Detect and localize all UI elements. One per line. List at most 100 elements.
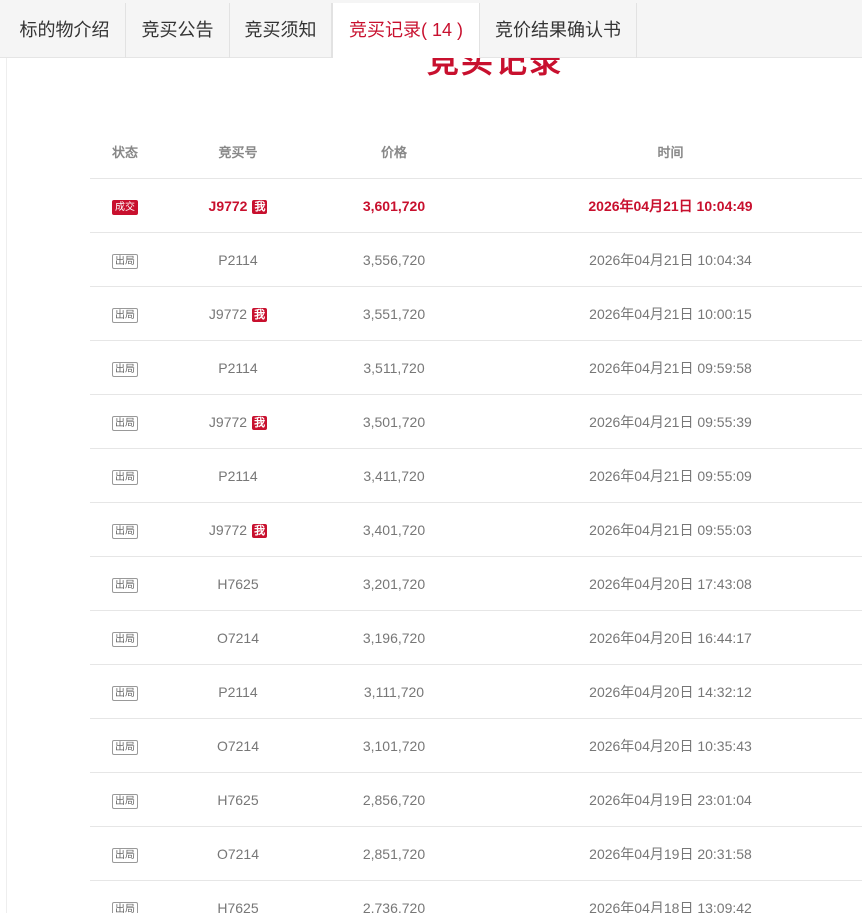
table-row: 出局 P2114 3,411,720 2026年04月21日 09:55:09 <box>90 448 862 503</box>
time-cell: 2026年04月20日 17:43:08 <box>472 556 862 611</box>
status-cell: 出局 <box>90 718 160 773</box>
tab-auction-notice[interactable]: 竞买公告 <box>126 3 230 58</box>
bid-id-cell: H7625 <box>160 880 316 913</box>
status-cell: 出局 <box>90 502 160 557</box>
bid-id: P2114 <box>218 251 258 268</box>
header-price: 价格 <box>316 124 472 179</box>
bid-id-cell: P2114 <box>160 664 316 719</box>
bid-id: O7214 <box>216 629 260 646</box>
time-cell: 2026年04月21日 10:00:15 <box>472 286 862 341</box>
tab-bar: 标的物介绍 竞买公告 竞买须知 竞买记录( 14 ) 竞价结果确认书 <box>0 0 862 59</box>
price-cell: 3,101,720 <box>316 718 472 773</box>
bid-id: P2114 <box>218 359 258 376</box>
bid-id-cell: O7214 <box>160 610 316 665</box>
bid-records-panel: 竞买记录 状态 竞买号 价格 时间 成交 J9772 我 3,601,720 2026年… <box>6 58 862 913</box>
time-cell: 2026年04月20日 14:32:12 <box>472 664 862 719</box>
me-badge: 我 <box>252 415 268 430</box>
status-cell: 成交 <box>90 178 160 233</box>
bid-id-cell: H7625 <box>160 772 316 827</box>
header-bid-id: 竞买号 <box>160 124 316 179</box>
status-badge: 出局 <box>112 793 138 809</box>
status-badge: 出局 <box>112 577 138 593</box>
table-row: 出局 H7625 2,856,720 2026年04月19日 23:01:04 <box>90 772 862 827</box>
table-row: 出局 J9772 我 3,401,720 2026年04月21日 09:55:03 <box>90 502 862 557</box>
bid-id: J9772 <box>208 197 248 214</box>
status-badge: 出局 <box>112 415 138 431</box>
status-cell: 出局 <box>90 394 160 449</box>
bid-id-cell: O7214 <box>160 826 316 881</box>
status-badge: 出局 <box>112 523 138 539</box>
status-cell: 出局 <box>90 340 160 395</box>
table-row: 出局 P2114 3,556,720 2026年04月21日 10:04:34 <box>90 232 862 287</box>
price-cell: 3,111,720 <box>316 664 472 719</box>
tab-label: 竞买记录 <box>348 20 421 40</box>
price-cell: 3,401,720 <box>316 502 472 557</box>
bid-id-cell: J9772 我 <box>160 178 316 233</box>
tab-item-introduction[interactable]: 标的物介绍 <box>4 3 126 58</box>
time-cell: 2026年04月19日 23:01:04 <box>472 772 862 827</box>
bid-id: H7625 <box>217 575 259 592</box>
time-cell: 2026年04月21日 10:04:34 <box>472 232 862 287</box>
status-badge: 出局 <box>112 901 138 913</box>
status-cell: 出局 <box>90 232 160 287</box>
time-cell: 2026年04月21日 10:04:49 <box>472 178 862 233</box>
tab-label: 竞买须知 <box>244 20 317 40</box>
time-cell: 2026年04月21日 09:55:03 <box>472 502 862 557</box>
tab-count-badge: ( 14 ) <box>420 20 463 40</box>
status-badge: 成交 <box>112 199 138 215</box>
status-badge: 出局 <box>112 361 138 377</box>
price-cell: 3,196,720 <box>316 610 472 665</box>
status-cell: 出局 <box>90 286 160 341</box>
status-badge: 出局 <box>112 631 138 647</box>
price-cell: 3,551,720 <box>316 286 472 341</box>
table-row: 成交 J9772 我 3,601,720 2026年04月21日 10:04:49 <box>90 178 862 233</box>
header-time: 时间 <box>472 124 862 179</box>
status-badge: 出局 <box>112 307 138 323</box>
bid-id-cell: J9772 我 <box>160 394 316 449</box>
tab-bid-records[interactable]: 竞买记录( 14 ) <box>332 3 480 59</box>
tab-label: 竞买公告 <box>141 20 214 40</box>
table-row: 出局 O7214 2,851,720 2026年04月19日 20:31:58 <box>90 826 862 881</box>
time-cell: 2026年04月19日 20:31:58 <box>472 826 862 881</box>
table-row: 出局 H7625 2,736,720 2026年04月18日 13:09:42 <box>90 880 862 913</box>
table-row: 出局 P2114 3,111,720 2026年04月20日 14:32:12 <box>90 664 862 719</box>
bid-records-table: 状态 竞买号 价格 时间 成交 J9772 我 3,601,720 2026年04月21… <box>90 124 862 913</box>
me-badge: 我 <box>252 523 268 538</box>
price-cell: 3,201,720 <box>316 556 472 611</box>
me-badge: 我 <box>252 307 268 322</box>
status-badge: 出局 <box>112 847 138 863</box>
status-cell: 出局 <box>90 880 160 913</box>
bid-id-cell: J9772 我 <box>160 286 316 341</box>
price-cell: 2,856,720 <box>316 772 472 827</box>
table-row: 出局 H7625 3,201,720 2026年04月20日 17:43:08 <box>90 556 862 611</box>
time-cell: 2026年04月21日 09:55:09 <box>472 448 862 503</box>
header-status: 状态 <box>90 124 160 179</box>
bid-id-cell: P2114 <box>160 448 316 503</box>
bid-id: J9772 <box>208 305 248 322</box>
time-cell: 2026年04月20日 10:35:43 <box>472 718 862 773</box>
tab-bidding-rules[interactable]: 竞买须知 <box>230 3 332 58</box>
bid-id: P2114 <box>218 467 258 484</box>
bid-id-cell: P2114 <box>160 340 316 395</box>
status-badge: 出局 <box>112 253 138 269</box>
bid-id: O7214 <box>216 737 260 754</box>
tab-result-confirmation[interactable]: 竞价结果确认书 <box>480 3 637 58</box>
tab-label: 竞价结果确认书 <box>495 20 621 40</box>
status-badge: 出局 <box>112 685 138 701</box>
table-row: 出局 P2114 3,511,720 2026年04月21日 09:59:58 <box>90 340 862 395</box>
status-cell: 出局 <box>90 448 160 503</box>
price-cell: 3,556,720 <box>316 232 472 287</box>
tab-label: 标的物介绍 <box>19 20 110 40</box>
status-badge: 出局 <box>112 739 138 755</box>
time-cell: 2026年04月21日 09:55:39 <box>472 394 862 449</box>
bid-id: O7214 <box>216 845 260 862</box>
time-cell: 2026年04月21日 09:59:58 <box>472 340 862 395</box>
bid-id-cell: J9772 我 <box>160 502 316 557</box>
bid-id: H7625 <box>217 899 259 913</box>
table-row: 出局 J9772 我 3,501,720 2026年04月21日 09:55:39 <box>90 394 862 449</box>
bid-id: P2114 <box>218 683 258 700</box>
bid-id-cell: P2114 <box>160 232 316 287</box>
time-cell: 2026年04月18日 13:09:42 <box>472 880 862 913</box>
status-cell: 出局 <box>90 772 160 827</box>
status-cell: 出局 <box>90 826 160 881</box>
